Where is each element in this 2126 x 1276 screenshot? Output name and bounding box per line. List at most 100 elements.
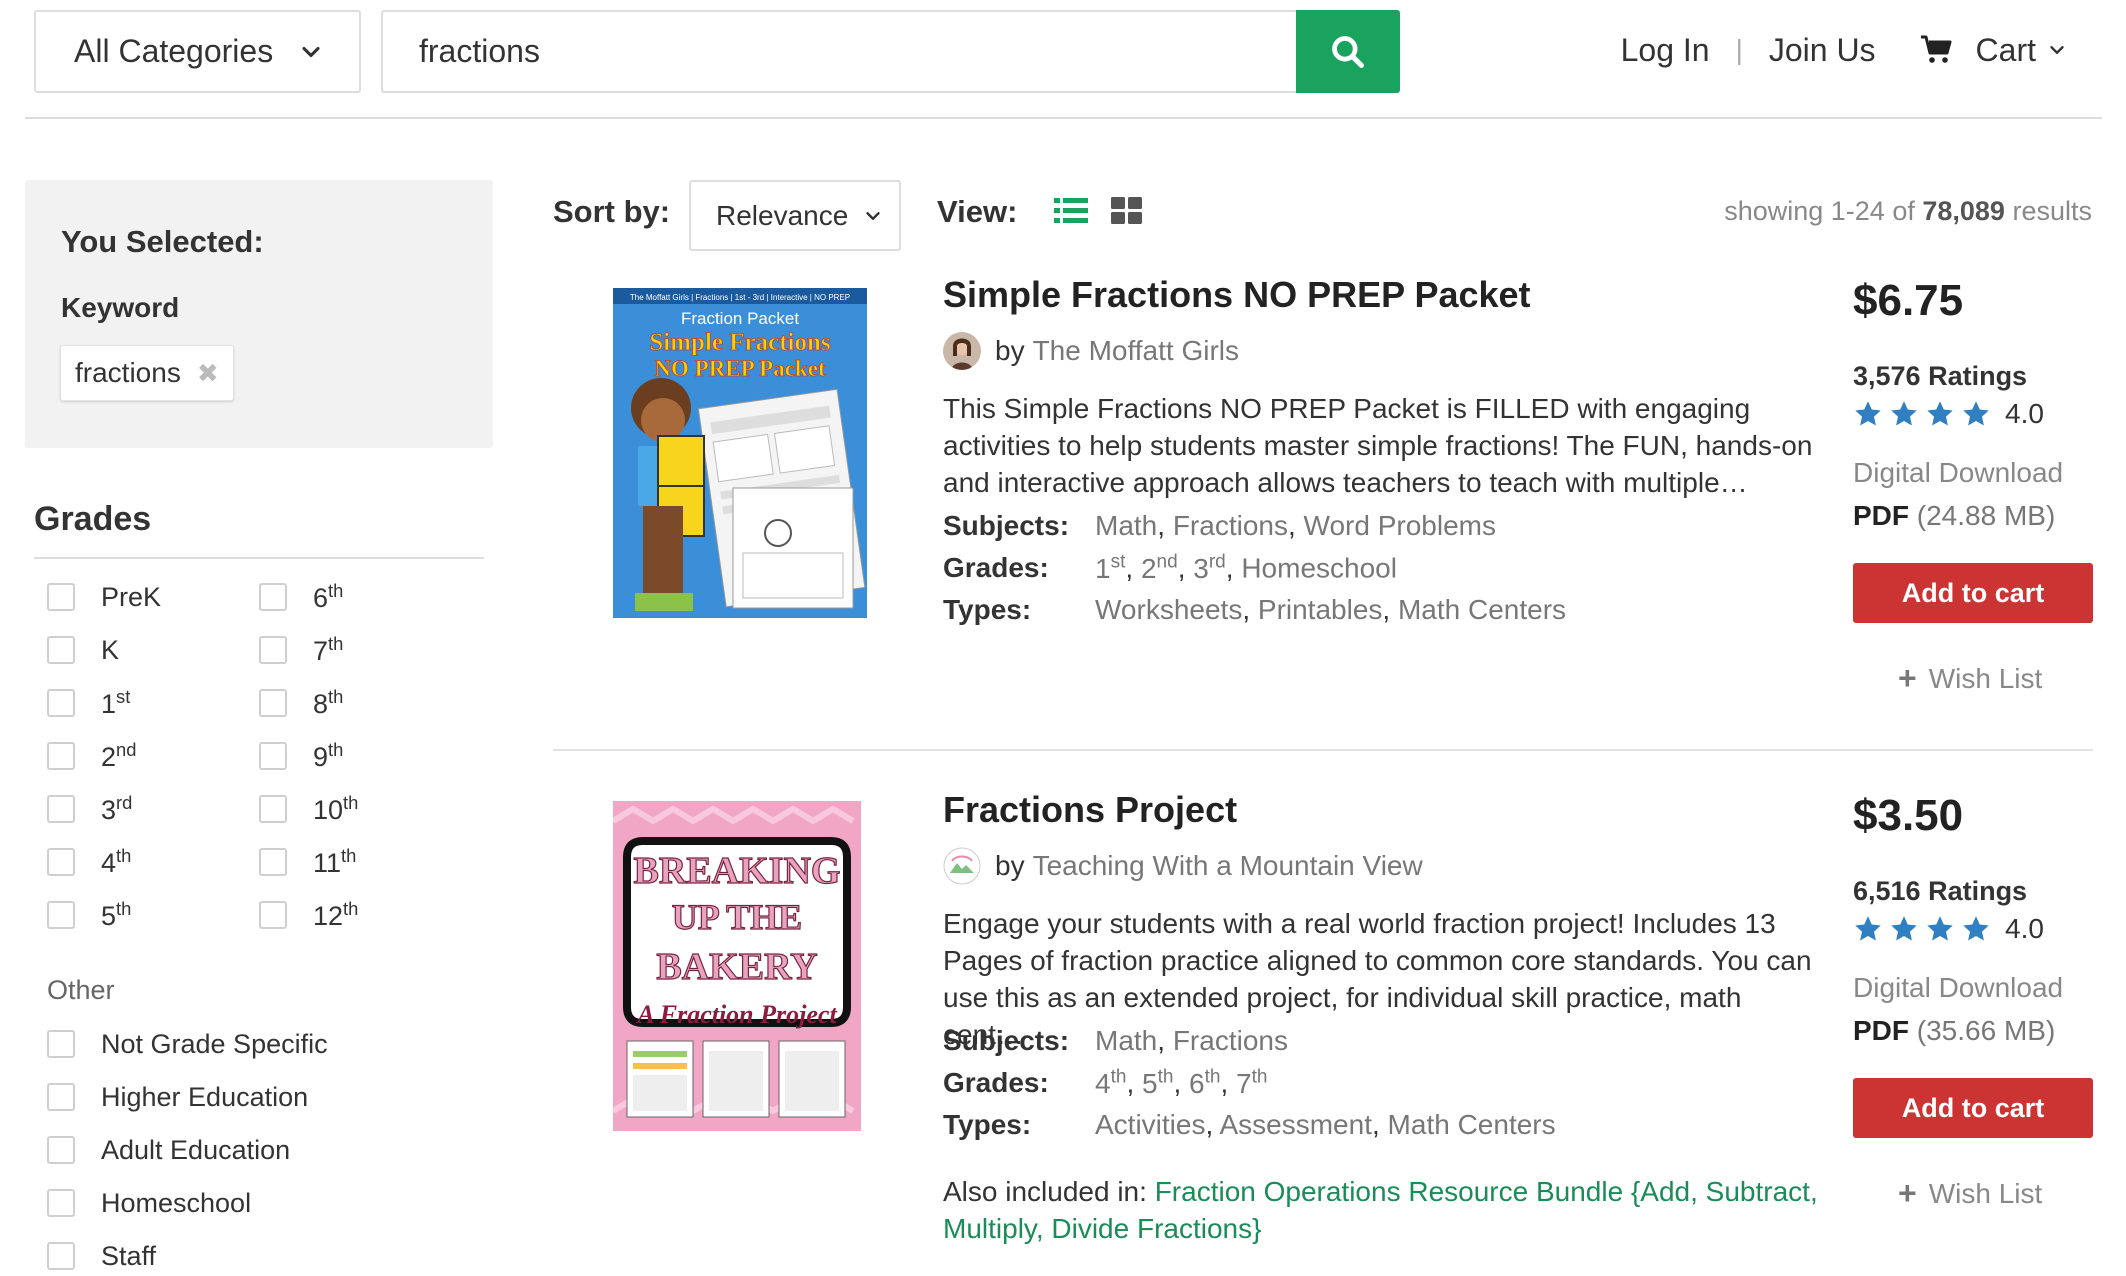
product-title[interactable]: Simple Fractions NO PREP Packet — [943, 274, 1531, 316]
checkbox[interactable] — [259, 742, 287, 770]
grade-option-12th[interactable]: 12th — [259, 895, 358, 935]
grade-label: Not Grade Specific — [101, 1028, 328, 1059]
sort-dropdown-value: Relevance — [716, 199, 849, 231]
checkbox[interactable] — [47, 901, 75, 929]
product-title[interactable]: Fractions Project — [943, 789, 1237, 831]
remove-filter-icon[interactable]: ✖ — [197, 358, 219, 389]
site-header: All Categories Log In | Join Us Cart — [0, 0, 2126, 120]
wish-list-button[interactable]: + Wish List — [1898, 660, 2042, 697]
grade-link[interactable]: 3rd — [1193, 551, 1226, 583]
ratings-count[interactable]: 6,516 Ratings — [1853, 876, 2027, 907]
subject-link[interactable]: Fractions — [1173, 510, 1288, 541]
category-dropdown[interactable]: All Categories — [34, 10, 361, 93]
author-link[interactable]: The Moffatt Girls — [1033, 335, 1239, 367]
join-link[interactable]: Join Us — [1769, 32, 1876, 69]
grade-link[interactable]: 2nd — [1141, 551, 1178, 583]
grade-link[interactable]: Homeschool — [1241, 553, 1397, 584]
grade-option-10th[interactable]: 10th — [259, 789, 358, 829]
grade-link[interactable]: 1st — [1095, 551, 1125, 583]
checkbox[interactable] — [47, 1242, 75, 1270]
wish-list-button[interactable]: + Wish List — [1898, 1175, 2042, 1212]
checkbox[interactable] — [47, 1189, 75, 1217]
star-rating: 4.0 — [1853, 913, 2044, 945]
ratings-count[interactable]: 3,576 Ratings — [1853, 361, 2027, 392]
search-button[interactable] — [1296, 10, 1400, 93]
cover-tag: The Moffatt Girls | Fractions | 1st - 3r… — [630, 293, 850, 302]
grade-link[interactable]: 6th — [1189, 1066, 1220, 1098]
search-input[interactable] — [381, 10, 1298, 93]
grade-link[interactable]: 4th — [1095, 1066, 1126, 1098]
author-link[interactable]: Teaching With a Mountain View — [1033, 850, 1423, 882]
checkbox[interactable] — [47, 636, 75, 664]
grade-option-higher-education[interactable]: Higher Education — [47, 1077, 308, 1117]
keyword-chip[interactable]: fractions ✖ — [60, 345, 234, 401]
cover-line: NO PREP Packet — [654, 356, 826, 381]
checkbox[interactable] — [47, 1083, 75, 1111]
sort-dropdown[interactable]: Relevance — [689, 180, 901, 251]
grade-option-7th[interactable]: 7th — [259, 630, 343, 670]
file-format: PDF (35.66 MB) — [1853, 1015, 2056, 1046]
subject-link[interactable]: Word Problems — [1304, 510, 1496, 541]
grade-option-prek[interactable]: PreK — [47, 577, 161, 617]
grade-option-1st[interactable]: 1st — [47, 683, 130, 723]
subject-link[interactable]: Fractions — [1173, 1025, 1288, 1056]
grade-option-4th[interactable]: 4th — [47, 842, 131, 882]
grade-option-6th[interactable]: 6th — [259, 577, 343, 617]
grade-option-k[interactable]: K — [47, 630, 119, 670]
product-price: $3.50 — [1853, 791, 1964, 840]
product-cover-image: The Moffatt Girls | Fractions | 1st - 3r… — [613, 288, 867, 618]
checkbox[interactable] — [47, 742, 75, 770]
product-thumbnail[interactable]: The Moffatt Girls | Fractions | 1st - 3r… — [613, 288, 867, 618]
grade-option-adult-education[interactable]: Adult Education — [47, 1130, 290, 1170]
type-link[interactable]: Printables — [1258, 594, 1383, 625]
checkbox[interactable] — [47, 1030, 75, 1058]
subject-link[interactable]: Math — [1095, 510, 1157, 541]
type-link[interactable]: Assessment — [1219, 1109, 1372, 1140]
checkbox[interactable] — [259, 583, 287, 611]
login-link[interactable]: Log In — [1621, 32, 1710, 69]
author-avatar[interactable] — [943, 847, 981, 885]
checkbox[interactable] — [47, 583, 75, 611]
type-link[interactable]: Worksheets — [1095, 594, 1242, 625]
checkbox[interactable] — [47, 795, 75, 823]
grade-link[interactable]: 5th — [1142, 1066, 1173, 1098]
grade-option-staff[interactable]: Staff — [47, 1236, 156, 1276]
grade-option-9th[interactable]: 9th — [259, 736, 343, 776]
cart-menu[interactable]: Cart — [1920, 32, 2092, 69]
results-count: showing 1-24 of 78,089 results — [1724, 196, 2092, 226]
grade-label: 11th — [313, 844, 357, 879]
type-link[interactable]: Activities — [1095, 1109, 1205, 1140]
checkbox[interactable] — [47, 689, 75, 717]
add-to-cart-button[interactable]: Add to cart — [1853, 1078, 2093, 1138]
type-link[interactable]: Math Centers — [1398, 594, 1566, 625]
grade-option-not-grade-specific[interactable]: Not Grade Specific — [47, 1024, 328, 1064]
checkbox[interactable] — [259, 795, 287, 823]
grade-option-3rd[interactable]: 3rd — [47, 789, 132, 829]
list-view-icon[interactable] — [1054, 196, 1088, 226]
checkbox[interactable] — [259, 901, 287, 929]
add-to-cart-button[interactable]: Add to cart — [1853, 563, 2093, 623]
product-description: This Simple Fractions NO PREP Packet is … — [943, 393, 1813, 498]
checkbox[interactable] — [259, 636, 287, 664]
product-thumbnail[interactable]: BREAKING UP THE BAKERY A Fraction Projec… — [611, 801, 861, 1131]
author-avatar[interactable] — [943, 332, 981, 370]
checkbox[interactable] — [47, 1136, 75, 1164]
type-link[interactable]: Math Centers — [1388, 1109, 1556, 1140]
star-rating: 4.0 — [1853, 398, 2044, 430]
checkbox[interactable] — [259, 689, 287, 717]
grade-link[interactable]: 7th — [1236, 1066, 1267, 1098]
view-label: View: — [937, 194, 1018, 229]
grid-view-icon[interactable] — [1111, 196, 1143, 226]
cover-line: UP THE — [672, 897, 802, 937]
checkbox[interactable] — [47, 848, 75, 876]
checkbox[interactable] — [259, 848, 287, 876]
keyword-chip-label: fractions — [75, 357, 181, 388]
grade-option-5th[interactable]: 5th — [47, 895, 131, 935]
grade-option-homeschool[interactable]: Homeschool — [47, 1183, 251, 1223]
grade-option-8th[interactable]: 8th — [259, 683, 343, 723]
account-nav: Log In | Join Us Cart — [1621, 22, 2092, 78]
keyword-label: Keyword — [61, 292, 180, 323]
subject-link[interactable]: Math — [1095, 1025, 1157, 1056]
grade-option-11th[interactable]: 11th — [259, 842, 356, 882]
grade-option-2nd[interactable]: 2nd — [47, 736, 136, 776]
